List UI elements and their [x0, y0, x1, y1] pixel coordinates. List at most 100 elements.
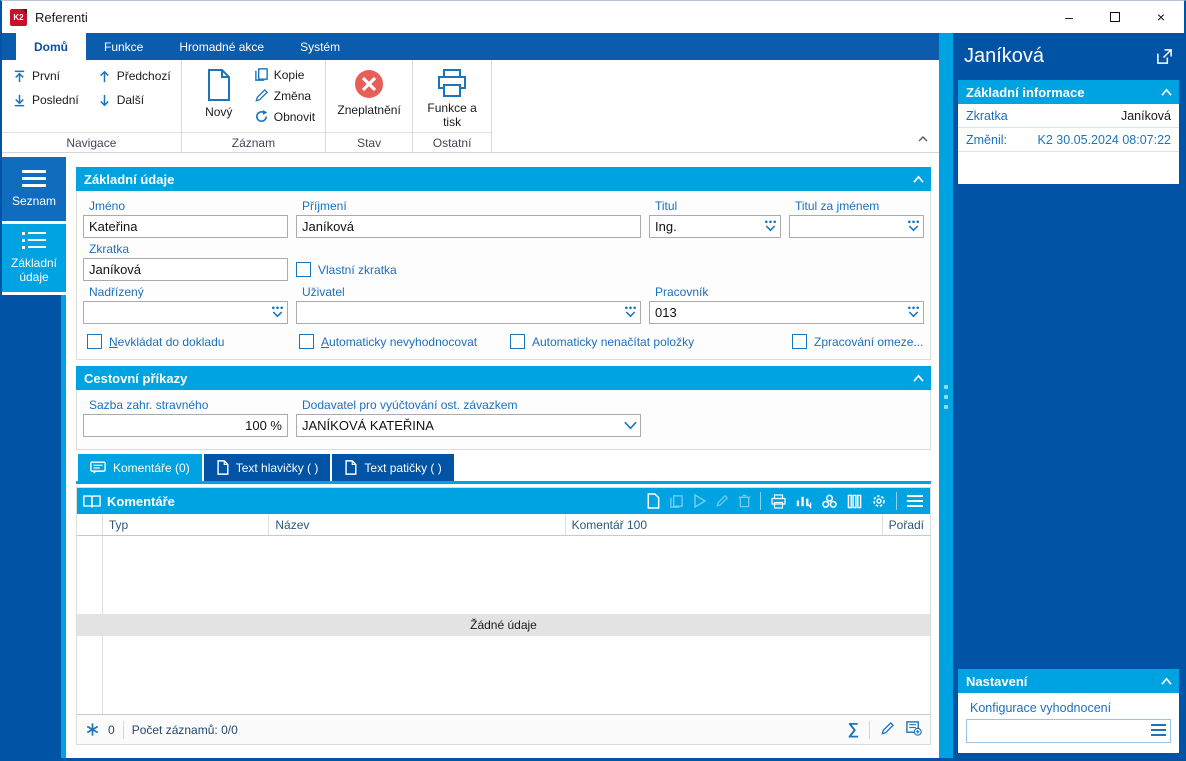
checkbox-icon[interactable]: [87, 334, 102, 349]
collapse-section-button[interactable]: [1153, 80, 1179, 104]
right-info-panel: Janíková Základní informace Zkratka Janí…: [953, 33, 1184, 758]
tab-text-hlavicky[interactable]: Text hlavičky ( ): [203, 454, 331, 481]
collapse-section-button[interactable]: [1153, 669, 1179, 693]
jmeno-input[interactable]: [83, 215, 288, 238]
chevron-up-icon: [913, 175, 924, 183]
info-value: K2 30.05.2024 08:07:22: [1037, 133, 1171, 147]
titul-dropdown-button[interactable]: [763, 219, 778, 238]
checkbox-icon[interactable]: [296, 262, 311, 277]
sidebar-item-zakladni-udaje[interactable]: Základní údaje: [2, 224, 66, 292]
grid-new-button[interactable]: [646, 493, 660, 509]
arrow-down-icon: [99, 94, 109, 106]
invalidate-button[interactable]: Zneplatnění: [332, 64, 406, 118]
record-title: Janíková: [964, 45, 1045, 67]
invalidate-red-x-icon: [355, 70, 384, 98]
sidebar-item-seznam[interactable]: Seznam: [2, 157, 66, 221]
footer-add-note-button[interactable]: [905, 720, 922, 739]
refresh-button[interactable]: Obnovit: [250, 106, 319, 127]
previous-button[interactable]: Předchozí: [93, 66, 175, 87]
section-title: Cestovní příkazy: [84, 370, 188, 386]
comments-grid-header: Komentáře: [77, 488, 930, 514]
grid-run-button[interactable]: [693, 494, 706, 508]
tab-text-paticky[interactable]: Text patičky ( ): [332, 454, 454, 481]
last-button[interactable]: Poslední: [8, 90, 83, 111]
grid-chart-button[interactable]: [796, 494, 812, 509]
copy-label: Kopie: [273, 67, 305, 82]
next-button[interactable]: Další: [93, 90, 175, 111]
grid-menu-button[interactable]: [906, 494, 924, 508]
nadrizeny-dropdown-button[interactable]: [270, 305, 285, 324]
ribbon-group-navigace: První Předchozí Poslední Další Navigace: [2, 60, 182, 152]
minimize-button[interactable]: –: [1046, 1, 1092, 33]
titul-za-jmenem-input[interactable]: [789, 215, 924, 238]
zkratka-input[interactable]: [83, 258, 288, 281]
grid-copy-button[interactable]: [669, 494, 684, 509]
grid-print-button[interactable]: [770, 493, 787, 509]
checkbox-icon[interactable]: [299, 334, 314, 349]
collapse-ribbon-button[interactable]: [917, 130, 929, 148]
checkbox-icon[interactable]: [510, 334, 525, 349]
panel-section-title: Základní informace: [966, 84, 1085, 100]
ribbon-tab-hromadne-akce[interactable]: Hromadné akce: [161, 33, 282, 60]
uzivatel-dropdown-button[interactable]: [623, 305, 638, 324]
nevkladat-do-dokladu-checkbox-item[interactable]: Nevkládat do dokladu: [87, 334, 299, 349]
panel-splitter[interactable]: [939, 33, 953, 758]
copy-button[interactable]: Kopie: [250, 64, 319, 85]
collapse-section-button[interactable]: [905, 167, 931, 191]
collapse-section-button[interactable]: [905, 366, 931, 390]
comments-grid-title: Komentáře: [107, 493, 175, 509]
ribbon-tab-funkce[interactable]: Funkce: [86, 33, 161, 60]
detail-list-icon: [22, 231, 46, 249]
nadrizeny-input[interactable]: [83, 301, 288, 324]
tab-komentare[interactable]: Komentáře (0): [78, 454, 202, 481]
ribbon-tab-system[interactable]: Systém: [282, 33, 358, 60]
first-button[interactable]: První: [8, 66, 83, 87]
automaticky-nenacitat-polozky-checkbox-item[interactable]: Automaticky nenačítat položky: [510, 334, 792, 349]
document-icon: [217, 460, 229, 475]
uzivatel-input[interactable]: [296, 301, 641, 324]
pracovnik-dropdown-button[interactable]: [906, 305, 921, 324]
konfigurace-input[interactable]: [966, 719, 1171, 743]
grid-group-button[interactable]: [821, 494, 838, 509]
column-poradi[interactable]: Pořadí: [883, 514, 930, 535]
zpracovani-omezeni-checkbox-item[interactable]: Zpracování omeze...: [792, 334, 923, 349]
titul-za-jmenem-dropdown-button[interactable]: [906, 219, 921, 238]
vlastni-zkratka-checkbox-item[interactable]: Vlastní zkratka: [296, 262, 397, 277]
ribbon-group-ostatni: Funkce a tisk Ostatní: [413, 60, 493, 152]
automaticky-nevyhodnocovat-checkbox-item[interactable]: Automaticky nevyhodnocovat: [299, 334, 510, 349]
sazba-input[interactable]: [83, 414, 288, 437]
panel-spacer: [958, 184, 1179, 669]
dodavatel-dropdown-button[interactable]: [623, 418, 638, 436]
grid-body[interactable]: Žádné údaje: [77, 536, 930, 714]
prijmeni-input[interactable]: [296, 215, 641, 238]
section-body-zakladni-udaje: Jméno Příjmení Titul: [76, 191, 931, 360]
sum-button[interactable]: ∑: [848, 721, 859, 739]
footer-edit-button[interactable]: [880, 721, 895, 739]
pracovnik-input[interactable]: [649, 301, 924, 324]
edit-button[interactable]: Změna: [250, 85, 319, 106]
functions-print-button[interactable]: Funkce a tisk: [419, 64, 485, 130]
asterisk-icon[interactable]: [85, 722, 100, 737]
new-button[interactable]: Nový: [188, 64, 250, 120]
detail-tab-bar: Komentáře (0) Text hlavičky ( ) Text pat…: [76, 454, 931, 481]
column-typ[interactable]: Typ: [103, 514, 270, 535]
ribbon-tab-domu[interactable]: Domů: [16, 33, 86, 60]
ribbon-group-zaznam: Nový Kopie Změna Obnovit Záznam: [181, 60, 327, 152]
combo-dropdown-icon: [907, 220, 920, 232]
maximize-button[interactable]: [1092, 1, 1138, 33]
column-nazev[interactable]: Název: [269, 514, 566, 535]
close-button[interactable]: ×: [1138, 1, 1184, 33]
checkbox-icon[interactable]: [792, 334, 807, 349]
grid-columns-button[interactable]: [847, 494, 862, 509]
field-label-konfigurace: Konfigurace vyhodnocení: [970, 701, 1112, 715]
grid-delete-button[interactable]: [738, 494, 751, 508]
titul-input[interactable]: [649, 215, 781, 238]
previous-label: Předchozí: [116, 69, 171, 83]
grid-settings-button[interactable]: [871, 493, 887, 509]
grid-edit-button[interactable]: [715, 494, 729, 508]
list-picker-icon[interactable]: [1151, 724, 1166, 736]
column-komentar[interactable]: Komentář 100: [566, 514, 883, 535]
section-header-zakladni-udaje: Základní údaje: [76, 167, 931, 191]
dodavatel-input[interactable]: [296, 414, 641, 437]
open-external-icon[interactable]: [1156, 48, 1173, 65]
